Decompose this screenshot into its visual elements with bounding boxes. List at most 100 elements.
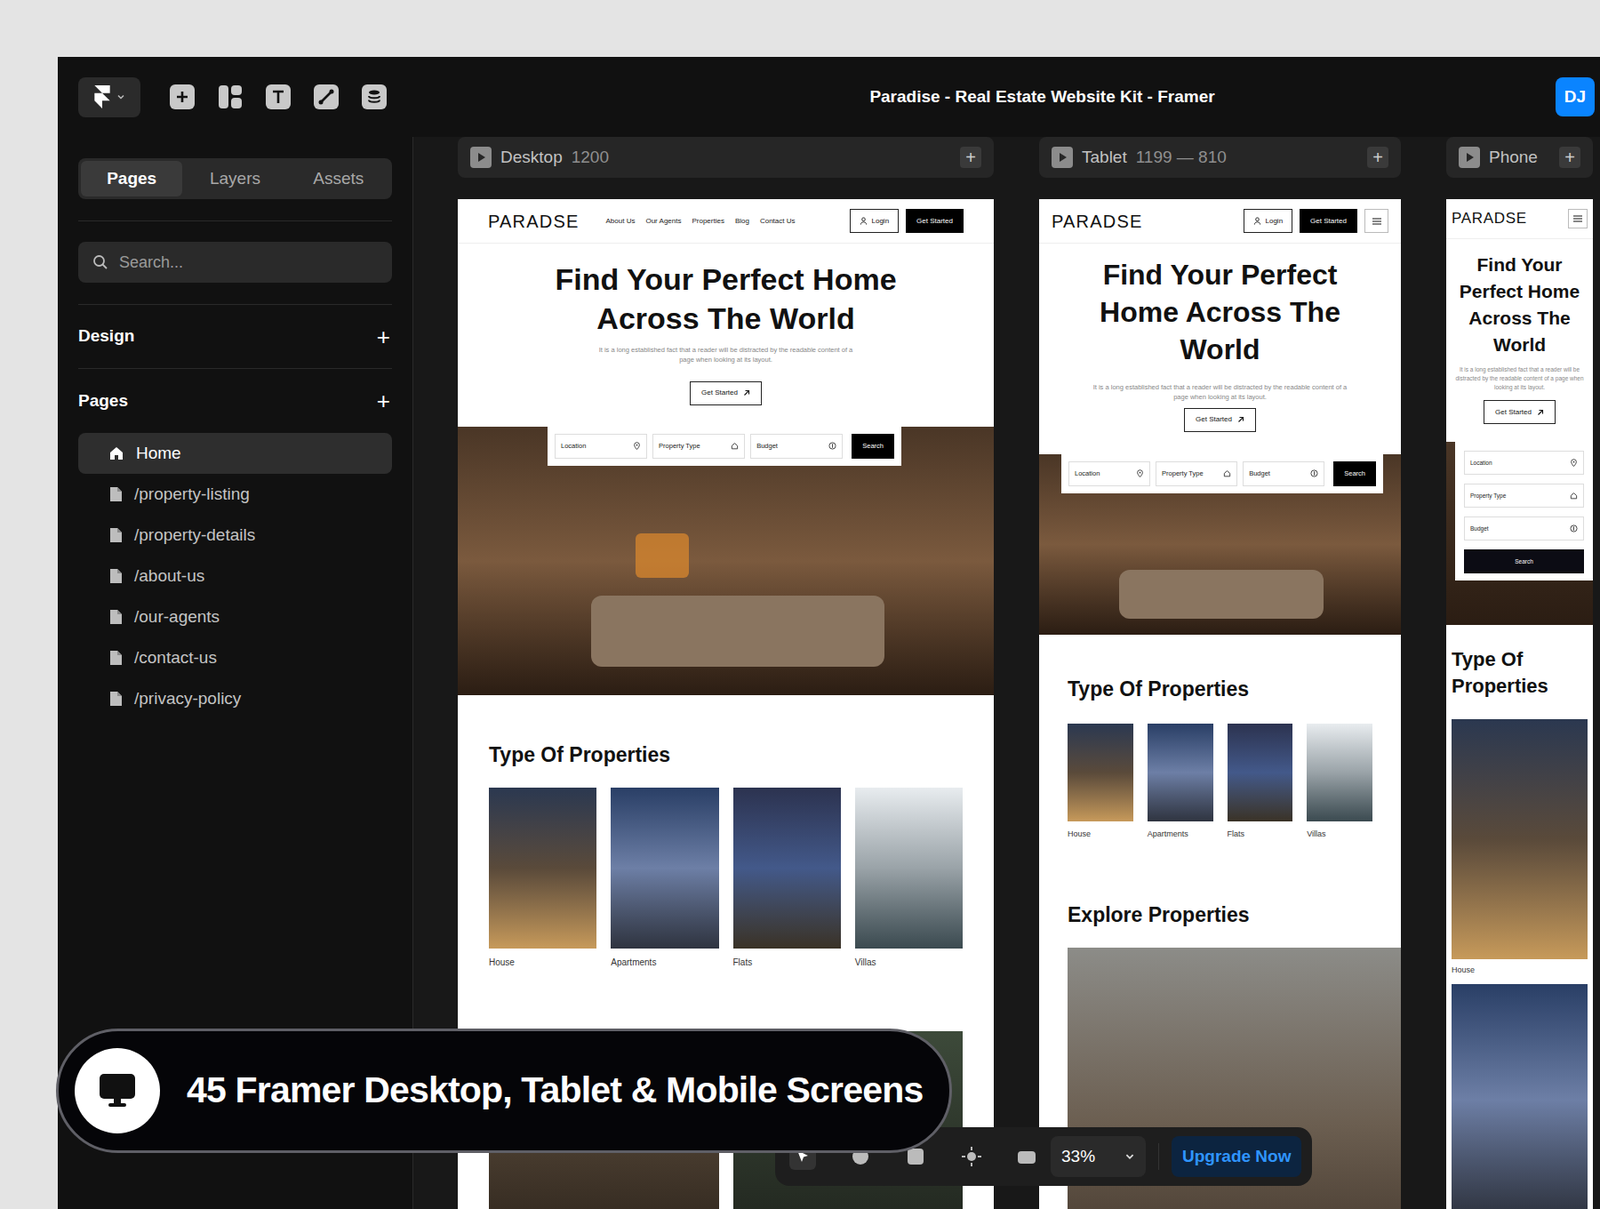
page-icon [108, 690, 123, 707]
page-item[interactable]: /property-listing [78, 473, 392, 515]
hero-get-started-button[interactable]: Get Started [1184, 408, 1256, 432]
home-icon [1223, 469, 1232, 478]
search-button[interactable]: Search [1464, 549, 1584, 574]
page-icon [108, 608, 123, 625]
dollar-icon [828, 441, 837, 450]
add-breakpoint-button[interactable]: + [1367, 146, 1389, 168]
breakpoint-header[interactable]: Desktop1200+ [457, 136, 994, 178]
hero-get-started-button[interactable]: Get Started [689, 381, 762, 406]
nav-link[interactable]: About Us [606, 216, 636, 227]
search-field[interactable]: Property Type [1464, 483, 1584, 508]
top-bar: Paradise - Real Estate Website Kit - Fra… [57, 56, 1600, 137]
site-logo[interactable]: PARADSE [1451, 207, 1528, 231]
cms-icon[interactable] [361, 84, 387, 110]
site-nav: PARADSE About Us Our Agents Properties Blog… [457, 199, 994, 244]
breakpoint-header[interactable]: Tablet1199 — 810+ [1039, 136, 1401, 178]
login-button[interactable]: Login [849, 208, 900, 233]
design-section-header[interactable]: Design + [78, 304, 392, 369]
property-type-card[interactable]: House [1451, 719, 1588, 977]
add-button[interactable]: + [376, 325, 392, 349]
dollar-icon [1310, 469, 1319, 478]
property-type-card[interactable]: Flats [733, 787, 841, 969]
home-icon [1569, 491, 1578, 500]
add-button[interactable]: + [376, 389, 392, 413]
property-type-card[interactable]: Villas [855, 787, 963, 969]
location-pin-icon [632, 441, 641, 450]
page-icon [108, 568, 123, 584]
search-field[interactable]: Property Type [1155, 461, 1238, 487]
user-avatar[interactable]: DJ [1555, 77, 1595, 117]
play-icon[interactable] [470, 146, 492, 168]
page-item[interactable]: Home [78, 432, 392, 474]
page-item[interactable]: /property-details [78, 514, 392, 556]
site-logo[interactable]: PARADSE [1051, 208, 1144, 235]
zoom-dropdown[interactable]: 33% [1050, 1136, 1146, 1177]
sidebar-tab[interactable]: Layers [184, 160, 286, 197]
sun-icon[interactable] [960, 1144, 984, 1168]
nav-link[interactable]: Our Agents [645, 216, 681, 227]
pages-section-header[interactable]: Pages + [78, 368, 392, 433]
types-title: Type Of Properties [1067, 673, 1373, 705]
phone-frame[interactable]: PARADSE Find Your Perfect Home Across Th… [1446, 199, 1593, 1209]
plugin-icon[interactable] [1015, 1144, 1039, 1168]
property-type-card[interactable]: House [1067, 723, 1134, 841]
upgrade-button[interactable]: Upgrade Now [1171, 1136, 1302, 1177]
insert-icon[interactable] [169, 84, 195, 110]
nav-link[interactable]: Properties [691, 216, 724, 227]
play-icon[interactable] [1458, 146, 1480, 168]
location-pin-icon [1569, 458, 1578, 467]
search-input[interactable] [119, 250, 378, 275]
breakpoint-header[interactable]: Phone+ [1446, 136, 1593, 178]
framer-logo-icon [93, 85, 112, 109]
search-field[interactable] [78, 241, 392, 283]
hero-title: Find Your Perfect Home Across The World [517, 259, 936, 338]
hero-image: LocationProperty TypeBudget Search [1039, 454, 1401, 635]
property-type-card[interactable]: Apartments [1147, 723, 1214, 841]
get-started-button[interactable]: Get Started [1299, 208, 1358, 233]
page-icon [108, 486, 123, 503]
search-field[interactable]: Budget [750, 433, 843, 459]
hero-title: Find Your Perfect Home Across The World [1450, 251, 1589, 359]
login-button[interactable]: Login [1243, 208, 1294, 233]
add-breakpoint-button[interactable]: + [1559, 146, 1581, 168]
layout-icon[interactable] [217, 84, 243, 110]
search-button[interactable]: Search [1333, 461, 1376, 487]
user-icon [1253, 216, 1262, 225]
arrow-up-right-icon [1237, 416, 1245, 424]
search-icon [92, 254, 109, 271]
search-field[interactable]: Location [1464, 450, 1584, 475]
hero-get-started-button[interactable]: Get Started [1483, 400, 1556, 424]
hamburger-menu-icon[interactable] [1568, 208, 1588, 229]
property-type-card[interactable]: Villas [1306, 723, 1373, 841]
property-type-card[interactable]: Apartments [610, 787, 719, 969]
site-logo[interactable]: PARADSE [488, 208, 580, 235]
property-type-card[interactable]: Flats [1227, 723, 1294, 841]
add-breakpoint-button[interactable]: + [960, 146, 982, 168]
page-item[interactable]: /contact-us [78, 637, 392, 679]
page-list: Home/property-listing/property-details/a… [78, 432, 392, 720]
nav-link[interactable]: Blog [735, 216, 750, 227]
text-tool-icon[interactable] [265, 84, 291, 110]
sidebar-tab[interactable]: Pages [80, 160, 183, 197]
search-field[interactable]: Location [554, 433, 648, 459]
home-icon [730, 441, 739, 450]
page-item[interactable]: /privacy-policy [78, 678, 392, 720]
types-title: Type Of Properties [488, 739, 963, 771]
nav-link[interactable]: Contact Us [760, 216, 796, 227]
page-item[interactable]: /our-agents [78, 596, 392, 638]
get-started-button[interactable]: Get Started [905, 208, 964, 233]
page-item[interactable]: /about-us [78, 555, 392, 597]
search-field[interactable]: Property Type [652, 433, 745, 459]
search-field[interactable]: Budget [1242, 461, 1325, 487]
hero-title: Find Your Perfect Home Across The World [1073, 256, 1368, 368]
vector-tool-icon[interactable] [313, 84, 339, 110]
framer-menu-button[interactable] [78, 77, 141, 118]
search-button[interactable]: Search [851, 433, 895, 459]
property-type-card[interactable]: House [488, 787, 597, 969]
search-field[interactable]: Location [1068, 461, 1151, 487]
tablet-frame[interactable]: PARADSE Login Get Started Find Your Perf… [1039, 199, 1401, 1209]
play-icon[interactable] [1051, 146, 1073, 168]
sidebar-tab[interactable]: Assets [288, 160, 390, 197]
hamburger-menu-icon[interactable] [1364, 208, 1389, 233]
search-field[interactable]: Budget [1464, 516, 1584, 541]
